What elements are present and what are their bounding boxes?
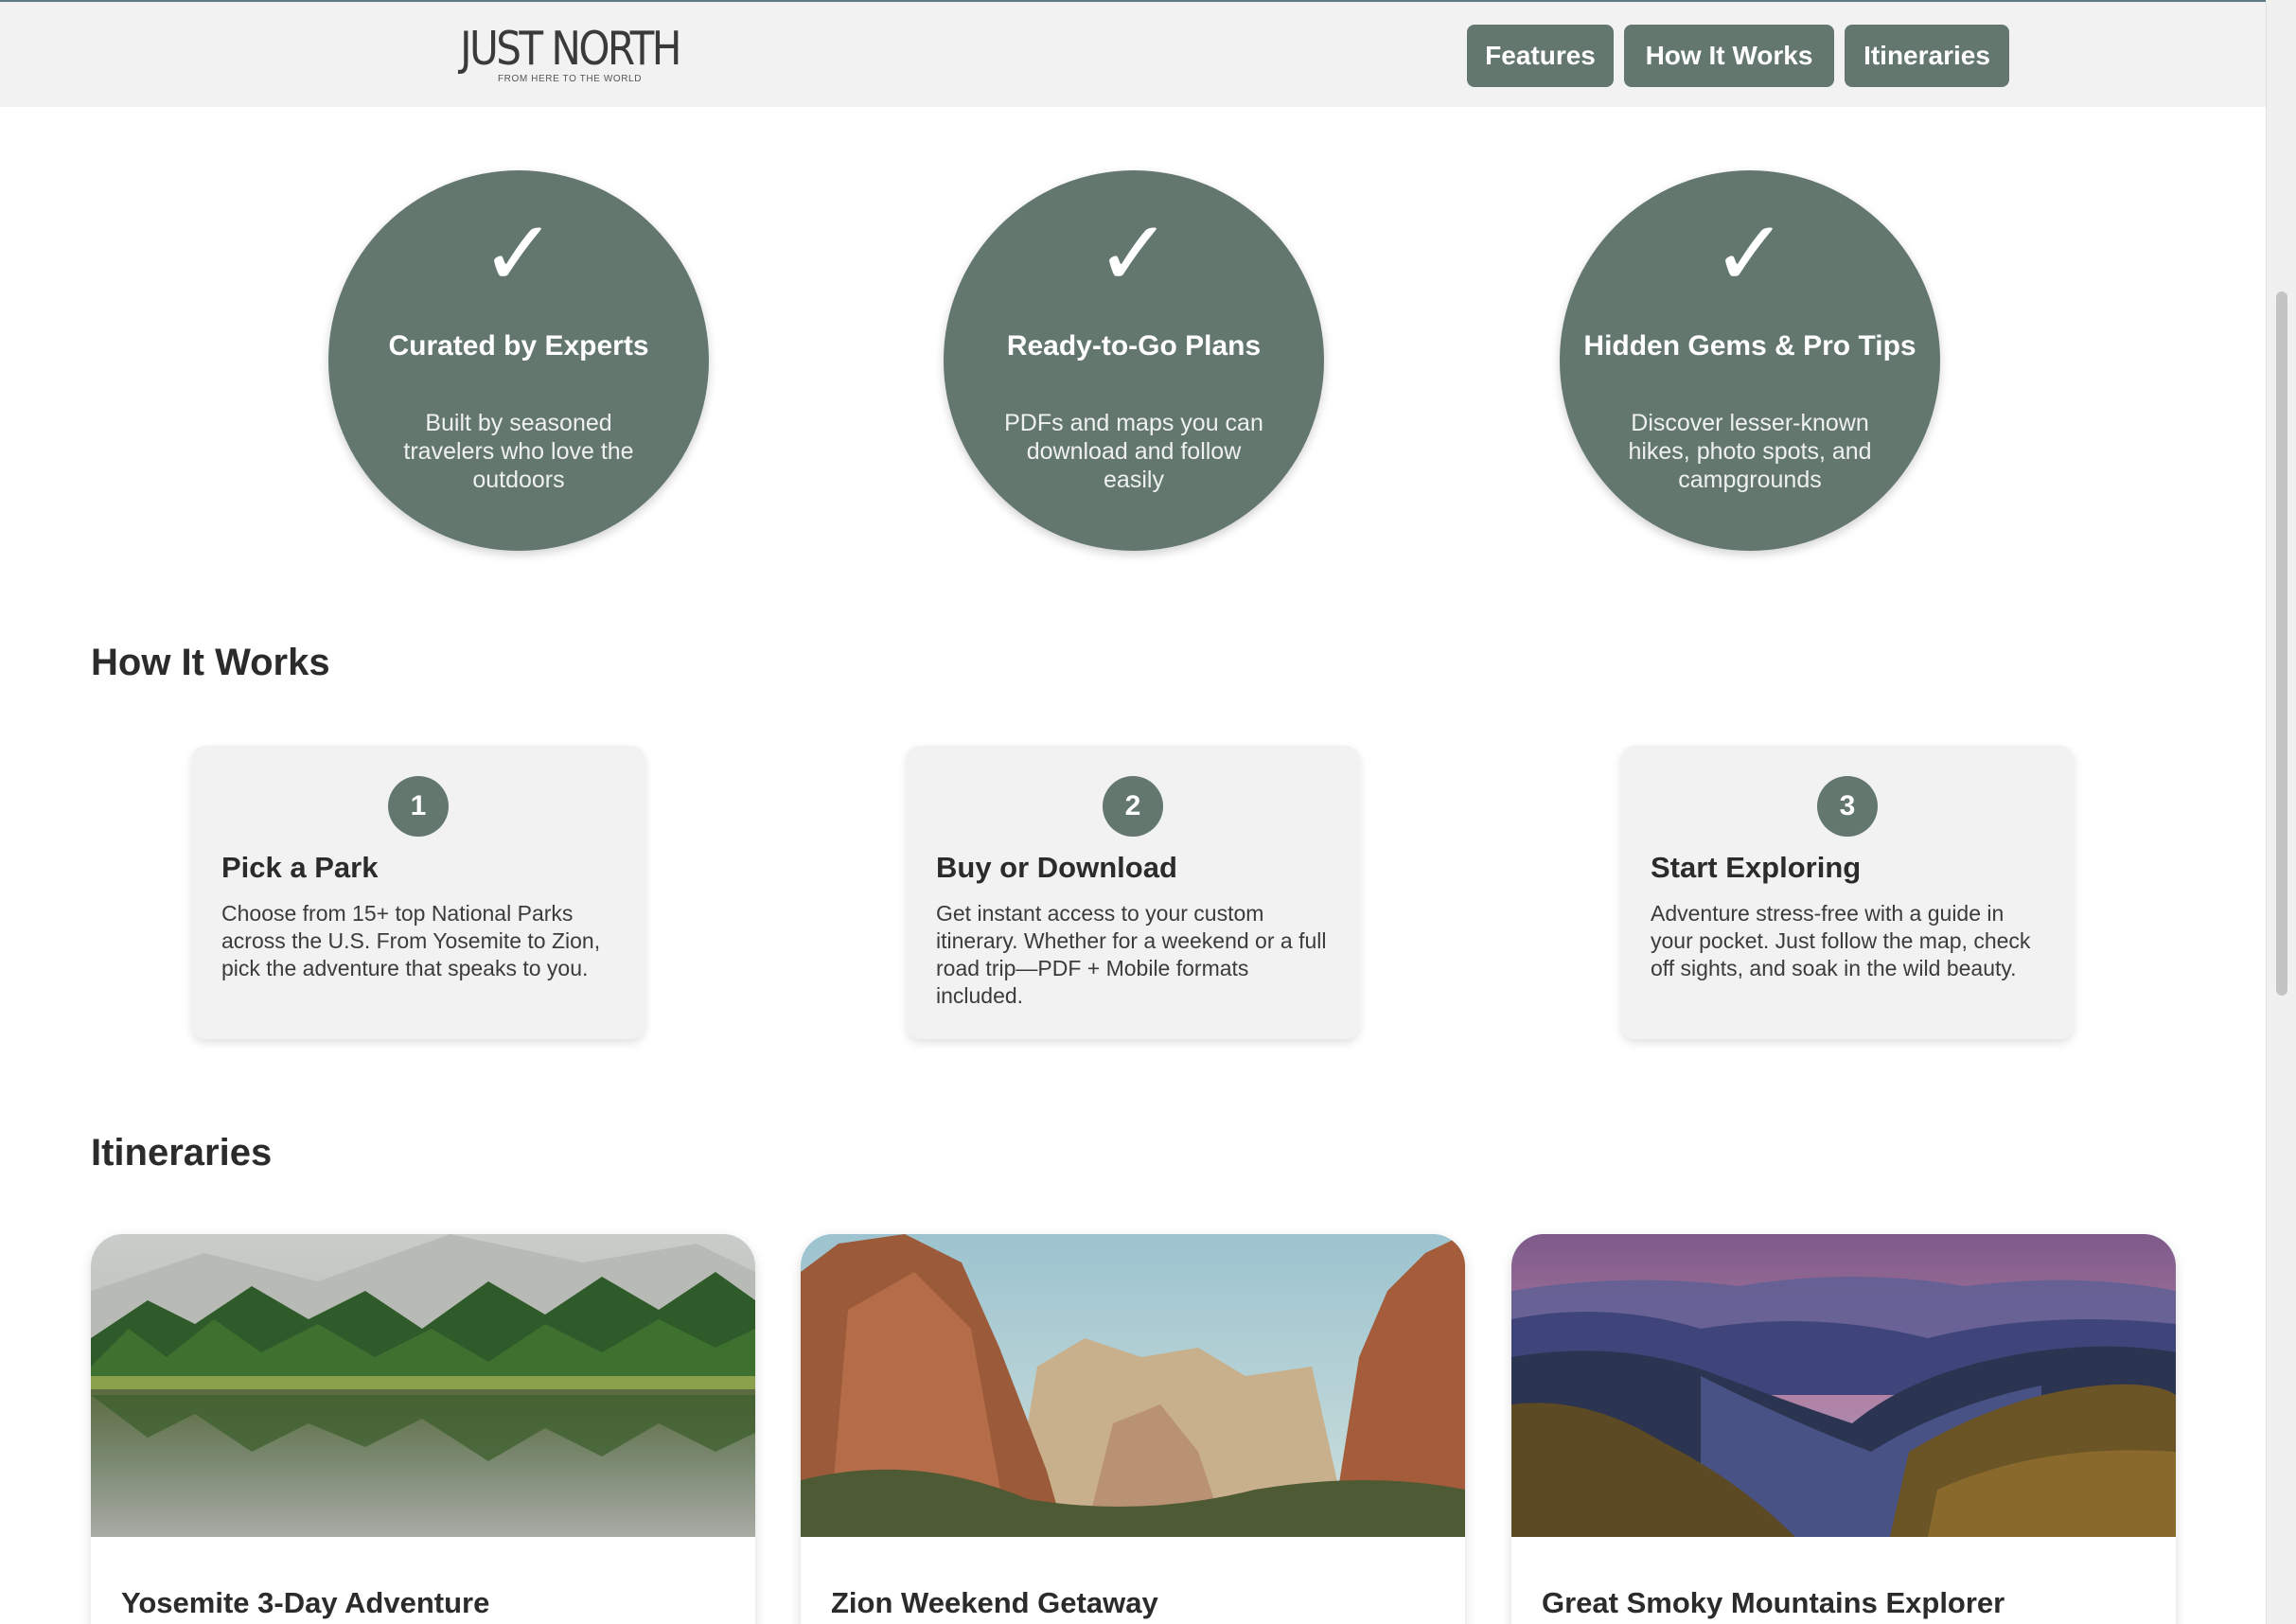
checkmark-icon: ✓ — [480, 201, 557, 307]
itinerary-card-zion[interactable]: Zion Weekend Getaway — [801, 1234, 1465, 1624]
page: JUST NORTH FROM HERE TO THE WORLD Featur… — [0, 0, 2266, 1624]
feature-curated-by-experts: ✓ Curated by Experts Built by seasoned t… — [328, 170, 709, 551]
step-title: Start Exploring — [1651, 851, 1862, 884]
itinerary-card-smoky-mountains[interactable]: Great Smoky Mountains Explorer — [1511, 1234, 2176, 1624]
itineraries-heading: Itineraries — [91, 1132, 273, 1174]
itinerary-title: Yosemite 3-Day Adventure — [121, 1586, 490, 1619]
site-header: JUST NORTH FROM HERE TO THE WORLD Featur… — [0, 0, 2266, 107]
step-description: Get instant access to your custom itiner… — [936, 901, 1327, 1008]
feature-title: Hidden Gems & Pro Tips — [1583, 330, 1916, 362]
how-it-works-heading: How It Works — [91, 642, 330, 683]
nav-how-it-works-button[interactable]: How It Works — [1624, 25, 1834, 87]
step-card-3: 3 Start Exploring Adventure stress-free … — [1621, 746, 2074, 1039]
step-number-badge: 2 — [1103, 776, 1163, 837]
smoky-mountains-photo — [1511, 1234, 2176, 1537]
feature-description: Discover lesser-known hikes, photo spots… — [1628, 410, 1872, 493]
vertical-scrollbar[interactable] — [2266, 0, 2296, 1624]
step-card-1: 1 Pick a Park Choose from 15+ top Nation… — [192, 746, 645, 1039]
checkmark-icon: ✓ — [1711, 201, 1789, 307]
nav-itineraries-button[interactable]: Itineraries — [1845, 25, 2009, 87]
step-card-2: 2 Buy or Download Get instant access to … — [907, 746, 1359, 1039]
step-number-badge: 3 — [1817, 776, 1878, 837]
step-number-badge: 1 — [388, 776, 449, 837]
yosemite-photo — [91, 1234, 755, 1537]
step-title: Pick a Park — [221, 851, 379, 884]
feature-description: Built by seasoned travelers who love the… — [403, 410, 634, 493]
feature-hidden-gems: ✓ Hidden Gems & Pro Tips Discover lesser… — [1560, 170, 1940, 551]
nav-features-button[interactable]: Features — [1467, 25, 1614, 87]
site-logo[interactable]: JUST NORTH FROM HERE TO THE WORLD — [441, 25, 698, 89]
itinerary-title: Zion Weekend Getaway — [831, 1586, 1158, 1619]
checkmark-icon: ✓ — [1095, 201, 1173, 307]
feature-title: Curated by Experts — [388, 330, 649, 362]
step-description: Choose from 15+ top National Parks acros… — [221, 901, 601, 980]
logo-wordmark: JUST NORTH — [460, 22, 681, 76]
itinerary-card-yosemite[interactable]: Yosemite 3-Day Adventure — [91, 1234, 755, 1624]
scrollbar-thumb[interactable] — [2276, 291, 2287, 996]
feature-ready-to-go-plans: ✓ Ready-to-Go Plans PDFs and maps you ca… — [944, 170, 1324, 551]
step-description: Adventure stress-free with a guide in yo… — [1651, 901, 2031, 980]
step-title: Buy or Download — [936, 851, 1177, 884]
itinerary-title: Great Smoky Mountains Explorer — [1542, 1586, 2005, 1619]
feature-description: PDFs and maps you can download and follo… — [1004, 410, 1263, 493]
feature-title: Ready-to-Go Plans — [1006, 330, 1262, 362]
zion-photo — [801, 1234, 1465, 1537]
